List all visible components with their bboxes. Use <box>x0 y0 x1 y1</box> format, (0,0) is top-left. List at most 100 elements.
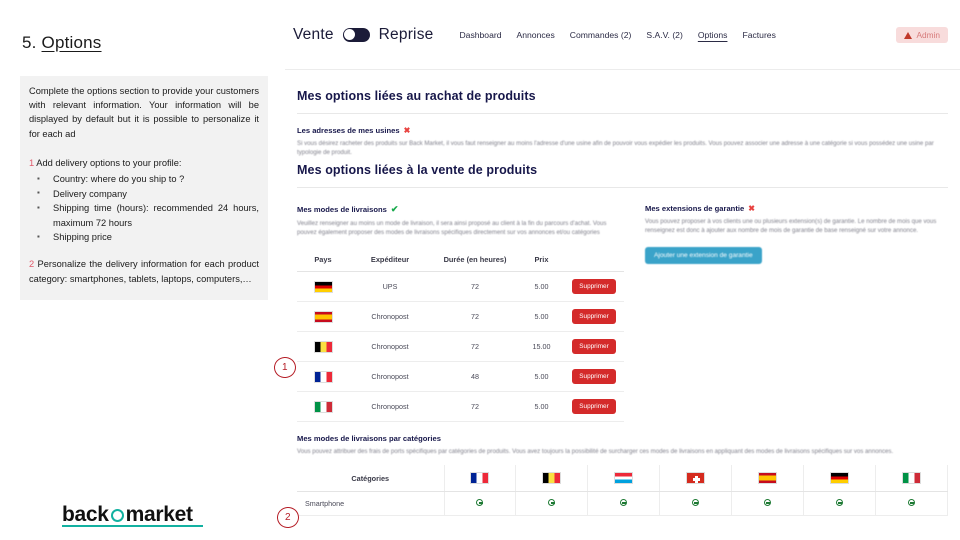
flag-switzerland-icon <box>686 472 706 484</box>
logo-ring-icon <box>110 508 124 522</box>
column-header-switzerland <box>659 465 733 492</box>
nav-item-annonces[interactable]: Annonces <box>517 30 555 40</box>
delete-button[interactable]: Supprimer <box>572 339 616 354</box>
toggle-knob <box>344 29 356 40</box>
delete-button[interactable]: Supprimer <box>572 309 616 324</box>
cell-duration: 72 <box>431 301 519 332</box>
flag-italy-icon <box>902 472 922 484</box>
cell-add-luxembourg[interactable] <box>587 491 661 516</box>
table-row: Chronopost 48 5.00 Supprimer <box>297 361 624 392</box>
flag-germany-icon <box>313 280 333 293</box>
delete-button[interactable]: Supprimer <box>572 399 616 414</box>
logo-text-back: back <box>62 503 109 526</box>
add-circle-icon[interactable] <box>476 499 484 506</box>
delivery-methods-panel: Mes modes de livraisons ✔ Veuillez rense… <box>297 204 627 422</box>
step-1-title: Add delivery options to your profile: <box>36 158 182 168</box>
flag-belgium-icon <box>542 472 562 484</box>
add-circle-icon[interactable] <box>764 499 772 506</box>
cell-carrier: Chronopost <box>349 301 431 332</box>
add-warranty-extension-button[interactable]: Ajouter une extension de garantie <box>645 247 762 264</box>
column-header-spain <box>731 465 805 492</box>
mode-label-reprise: Reprise <box>378 25 434 43</box>
table-row: UPS 72 5.00 Supprimer <box>297 271 624 302</box>
step-1-bullet-list: Country: where do you ship to ? Delivery… <box>29 172 259 244</box>
cell-add-germany[interactable] <box>803 491 877 516</box>
cell-add-italy[interactable] <box>875 491 948 516</box>
app-header: Vente Reprise Dashboard Annonces Command… <box>285 0 960 70</box>
cell-add-france[interactable] <box>444 491 517 516</box>
app-screenshot: Vente Reprise Dashboard Annonces Command… <box>285 0 960 540</box>
admin-label: Admin <box>916 30 940 40</box>
add-circle-icon[interactable] <box>548 499 556 506</box>
nav-item-commandes[interactable]: Commandes (2) <box>570 30 632 40</box>
cell-carrier: Chronopost <box>349 331 431 362</box>
cell-country <box>297 331 349 362</box>
cell-action: Supprimer <box>564 391 624 422</box>
delete-button[interactable]: Supprimer <box>572 369 616 384</box>
cell-duration: 48 <box>431 361 519 392</box>
column-header-actions <box>564 248 624 272</box>
flag-italy-icon <box>313 400 333 413</box>
cell-add-switzerland[interactable] <box>659 491 733 516</box>
add-circle-icon[interactable] <box>620 499 628 506</box>
cell-price: 15.00 <box>519 331 564 362</box>
table-header-row: Catégories <box>297 465 948 492</box>
column-header-duree: Durée (en heures) <box>431 248 519 272</box>
cell-country <box>297 301 349 332</box>
cell-add-spain[interactable] <box>731 491 805 516</box>
admin-button[interactable]: Admin <box>896 27 948 43</box>
column-header-luxembourg <box>587 465 661 492</box>
annotation-number: 2 <box>285 512 291 523</box>
cell-country <box>297 361 349 392</box>
cell-price: 5.00 <box>519 301 564 332</box>
delivery-panel-description: Veuillez renseigner au moins un mode de … <box>297 220 607 236</box>
column-header-germany <box>803 465 877 492</box>
nav-item-sav[interactable]: S.A.V. (2) <box>646 30 682 40</box>
categories-table: Catégories Smartphone <box>297 465 948 516</box>
status-check-icon: ✔ <box>390 204 399 214</box>
main-nav: Dashboard Annonces Commandes (2) S.A.V. … <box>459 30 775 40</box>
slide-title-word: Options <box>41 33 102 52</box>
table-row: Chronopost 72 5.00 Supprimer <box>297 301 624 332</box>
cell-action: Supprimer <box>564 301 624 332</box>
add-circle-icon[interactable] <box>836 499 844 506</box>
subsection-description: Si vous désirez racheter des produits su… <box>297 140 934 156</box>
flag-france-icon <box>470 472 490 484</box>
section-heading-sale: Mes options liées à la vente de produits <box>297 163 538 177</box>
nav-item-options[interactable]: Options <box>698 30 728 40</box>
mode-switcher[interactable]: Vente Reprise <box>293 26 433 44</box>
cell-category-name: Smartphone <box>297 491 445 516</box>
categories-panel-description: Vous pouvez attribuer des frais de ports… <box>297 448 894 455</box>
divider <box>297 113 948 114</box>
table-header-row: Pays Expéditeur Durée (en heures) Prix <box>297 248 624 272</box>
page-title: 5. Options <box>22 33 102 53</box>
column-header-categories: Catégories <box>297 465 445 492</box>
cell-action: Supprimer <box>564 361 624 392</box>
mode-toggle[interactable] <box>342 27 370 42</box>
nav-item-factures[interactable]: Factures <box>742 30 775 40</box>
warranty-panel-heading: Mes extensions de garantie ✖ <box>645 204 945 213</box>
delivery-by-category-panel: Mes modes de livraisons par catégories V… <box>297 434 948 516</box>
categories-panel-heading: Mes modes de livraisons par catégories <box>297 434 441 443</box>
nav-item-dashboard[interactable]: Dashboard <box>459 30 501 40</box>
flag-germany-icon <box>830 472 850 484</box>
delete-button[interactable]: Supprimer <box>572 279 616 294</box>
cell-carrier: Chronopost <box>349 361 431 392</box>
status-x-icon: ✖ <box>403 126 411 135</box>
flag-spain-icon <box>758 472 778 484</box>
cell-add-belgium[interactable] <box>515 491 589 516</box>
list-item: Shipping time (hours): recommended 24 ho… <box>29 201 259 230</box>
section-heading-buyback: Mes options liées au rachat de produits <box>297 89 536 103</box>
cell-country <box>297 391 349 422</box>
add-circle-icon[interactable] <box>908 499 916 506</box>
delivery-panel-heading: Mes modes de livraisons ✔ <box>297 204 627 215</box>
column-header-italy <box>875 465 948 492</box>
column-header-prix: Prix <box>519 248 564 272</box>
column-header-belgium <box>515 465 589 492</box>
step-2-paragraph: 2 Personalize the delivery information f… <box>29 257 259 286</box>
subsection-factory-addresses: Les adresses de mes usines ✖ <box>297 126 948 135</box>
logo-text-market: market <box>125 503 193 526</box>
table-row: Smartphone <box>297 491 948 516</box>
table-row: Chronopost 72 5.00 Supprimer <box>297 391 624 422</box>
add-circle-icon[interactable] <box>692 499 700 506</box>
